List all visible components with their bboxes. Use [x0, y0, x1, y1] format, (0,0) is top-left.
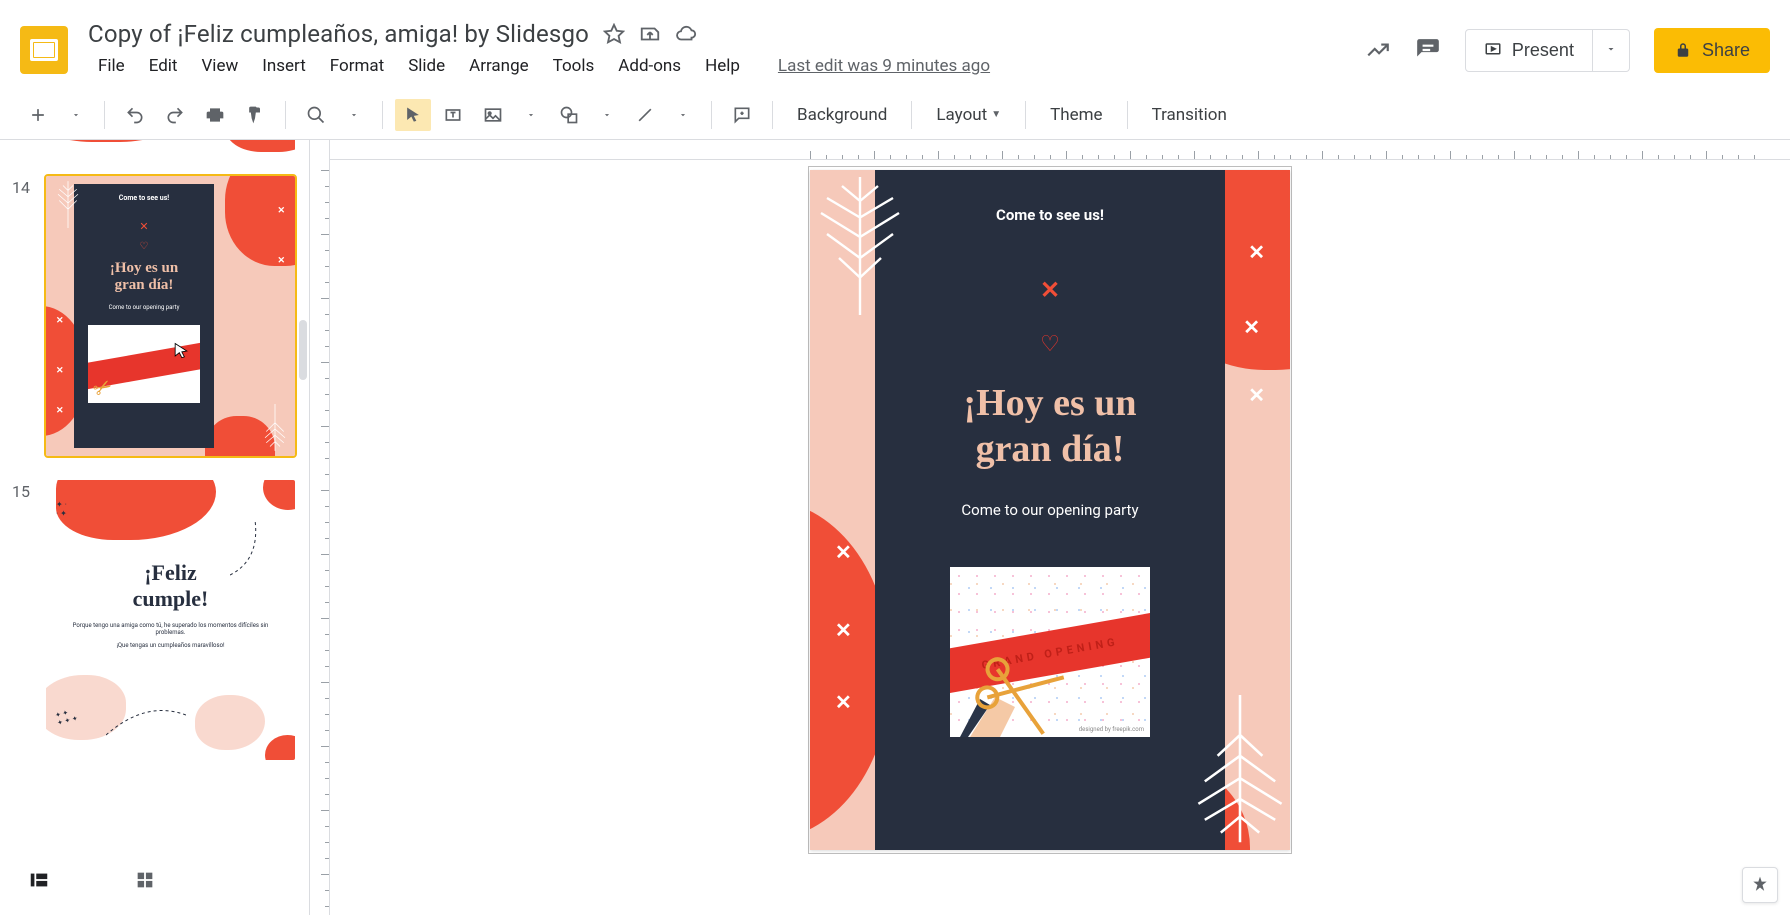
- decor-x-icon: ✕: [875, 276, 1225, 304]
- play-icon: [1484, 41, 1502, 59]
- move-icon[interactable]: [639, 23, 661, 45]
- cloud-icon[interactable]: [675, 23, 697, 45]
- undo-button[interactable]: [117, 99, 153, 131]
- explore-icon: [1750, 875, 1770, 895]
- main-area: 14 Come to see us! ✕ ♡ ¡Hoy es un gran d…: [0, 140, 1790, 915]
- comments-icon[interactable]: [1415, 37, 1441, 63]
- grid-view-button[interactable]: [122, 857, 168, 907]
- shape-dropdown[interactable]: [591, 99, 623, 131]
- app-header: Copy of ¡Feliz cumpleaños, amiga! by Sli…: [0, 0, 1790, 90]
- new-slide-button[interactable]: [20, 99, 56, 131]
- background-button[interactable]: Background: [785, 99, 899, 131]
- menu-bar: File Edit View Insert Format Slide Arran…: [88, 52, 1345, 80]
- slide-content-card[interactable]: Come to see us! ✕ ♡ ¡Hoy es un gran día!…: [875, 170, 1225, 850]
- decor-x-icon: ✕: [1248, 240, 1265, 264]
- toolbar: Background Layout▼ Theme Transition: [0, 90, 1790, 140]
- slide-title-line2[interactable]: gran día!: [875, 427, 1225, 471]
- header-actions: Present Share: [1365, 28, 1770, 73]
- zoom-dropdown[interactable]: [338, 99, 370, 131]
- activity-icon[interactable]: [1365, 37, 1391, 63]
- theme-button[interactable]: Theme: [1038, 99, 1114, 131]
- menu-arrange[interactable]: Arrange: [459, 52, 538, 80]
- paint-format-button[interactable]: [237, 99, 273, 131]
- film-strip[interactable]: 14 Come to see us! ✕ ♡ ¡Hoy es un gran d…: [0, 140, 310, 915]
- menu-tools[interactable]: Tools: [543, 52, 605, 80]
- filmstrip-view-button[interactable]: [16, 857, 62, 907]
- present-label: Present: [1512, 40, 1574, 61]
- slide-number: 14: [12, 174, 44, 458]
- slide-thumb-partial[interactable]: [44, 140, 297, 154]
- menu-help[interactable]: Help: [695, 52, 750, 80]
- leaf-decoration-icon: [1185, 695, 1290, 850]
- cursor-icon: [171, 341, 191, 361]
- filmstrip-scrollbar[interactable]: [299, 320, 307, 380]
- slide-image[interactable]: GRAND OPENING designed by freepik.com: [950, 567, 1150, 737]
- menu-view[interactable]: View: [191, 52, 248, 80]
- doc-title[interactable]: Copy of ¡Feliz cumpleaños, amiga! by Sli…: [88, 20, 589, 48]
- menu-addons[interactable]: Add-ons: [608, 52, 691, 80]
- line-dropdown[interactable]: [667, 99, 699, 131]
- decor-x-icon: ✕: [835, 690, 852, 714]
- slide-thumb-15[interactable]: ✦ ·· ✦ ✦ ✦✦ ✦ ✦ ¡Feliz cumple! Porque te…: [44, 478, 297, 762]
- decor-x-icon: ✕: [1248, 383, 1265, 407]
- menu-insert[interactable]: Insert: [252, 52, 316, 80]
- print-button[interactable]: [197, 99, 233, 131]
- select-tool[interactable]: [395, 99, 431, 131]
- slide-subtitle[interactable]: Come to see us!: [875, 206, 1225, 224]
- last-edit-link[interactable]: Last edit was 9 minutes ago: [778, 56, 990, 76]
- zoom-button[interactable]: [298, 99, 334, 131]
- menu-format[interactable]: Format: [320, 52, 394, 80]
- decor-x-icon: ✕: [1243, 315, 1260, 339]
- slide-title-line1[interactable]: ¡Hoy es un: [875, 381, 1225, 425]
- star-icon[interactable]: [603, 23, 625, 45]
- canvas-area[interactable]: ✕ ✕ ✕ ✕ ✕ ✕ Come to see us! ✕ ♡ ¡Hoy es …: [310, 140, 1790, 915]
- slides-logo[interactable]: [20, 26, 68, 74]
- image-tool[interactable]: [475, 99, 511, 131]
- vertical-ruler[interactable]: [310, 140, 330, 915]
- horizontal-ruler[interactable]: [310, 140, 1790, 160]
- explore-button[interactable]: [1742, 867, 1778, 903]
- textbox-tool[interactable]: [435, 99, 471, 131]
- slide-number: 15: [12, 478, 44, 762]
- slide-canvas[interactable]: ✕ ✕ ✕ ✕ ✕ ✕ Come to see us! ✕ ♡ ¡Hoy es …: [810, 170, 1290, 850]
- image-dropdown[interactable]: [515, 99, 547, 131]
- layout-button[interactable]: Layout▼: [924, 99, 1013, 131]
- present-button[interactable]: Present: [1465, 29, 1593, 72]
- menu-slide[interactable]: Slide: [398, 52, 455, 80]
- share-button[interactable]: Share: [1654, 28, 1770, 73]
- decor-x-icon: ✕: [835, 618, 852, 642]
- menu-file[interactable]: File: [88, 52, 135, 80]
- line-tool[interactable]: [627, 99, 663, 131]
- heart-icon: ♡: [875, 332, 1225, 357]
- comment-button[interactable]: [724, 99, 760, 131]
- shape-tool[interactable]: [551, 99, 587, 131]
- doc-section: Copy of ¡Feliz cumpleaños, amiga! by Sli…: [88, 20, 1345, 80]
- decor-x-icon: ✕: [835, 540, 852, 564]
- redo-button[interactable]: [157, 99, 193, 131]
- slide-thumb-14[interactable]: Come to see us! ✕ ♡ ¡Hoy es un gran día!…: [44, 174, 297, 458]
- new-slide-dropdown[interactable]: [60, 99, 92, 131]
- share-label: Share: [1702, 40, 1750, 61]
- menu-edit[interactable]: Edit: [139, 52, 188, 80]
- chevron-down-icon: ▼: [991, 109, 1001, 120]
- present-dropdown[interactable]: [1593, 29, 1630, 72]
- leaf-decoration-icon: [810, 170, 915, 315]
- transition-button[interactable]: Transition: [1140, 99, 1239, 131]
- slide-caption[interactable]: Come to our opening party: [875, 501, 1225, 519]
- chevron-down-icon: [1605, 43, 1617, 55]
- lock-icon: [1674, 41, 1692, 59]
